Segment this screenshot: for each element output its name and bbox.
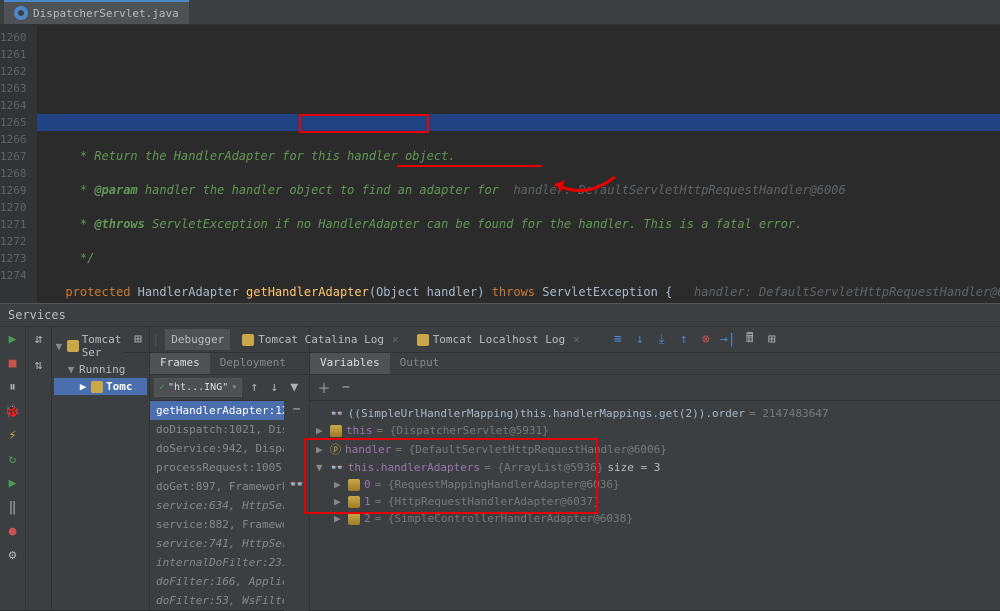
annotation-box-method [299, 114, 429, 133]
collapse-icon[interactable]: ⇅ [31, 357, 47, 373]
tree-running[interactable]: ▼Running [54, 361, 147, 378]
tomcat-icon [91, 381, 103, 393]
glasses-icon: 👓 [330, 407, 344, 420]
object-icon [330, 425, 342, 437]
minus-icon[interactable]: − [289, 401, 305, 417]
pause-program-icon[interactable]: ‖ [5, 499, 21, 515]
tab-localhost-log[interactable]: Tomcat Localhost Log× [411, 329, 586, 350]
tab-catalina-log[interactable]: Tomcat Catalina Log× [236, 329, 404, 350]
services-panel-title[interactable]: Services [0, 303, 1000, 327]
force-step-icon[interactable]: ⤓ [654, 332, 670, 348]
tomcat-icon [242, 334, 254, 346]
services-tree[interactable]: ▼Tomcat Ser ▼Running ▶Tomc [52, 327, 150, 610]
restart-icon[interactable]: ↻ [5, 451, 21, 467]
tab-variables[interactable]: Variables [310, 353, 390, 374]
view-breakpoints-icon[interactable]: ● [5, 523, 21, 539]
tab-frames[interactable]: Frames [150, 353, 210, 374]
thunder-icon[interactable]: ⚡ [5, 427, 21, 443]
tab-output[interactable]: Output [390, 353, 450, 374]
step-out-icon[interactable]: ↑ [676, 332, 692, 348]
code-area[interactable]: * Return the HandlerAdapter for this han… [37, 25, 1000, 303]
run-to-cursor-icon[interactable]: →| [720, 332, 736, 348]
annotation-box-vars [304, 438, 598, 514]
layout-icon[interactable]: ⊞ [764, 332, 780, 348]
filter-icon[interactable]: ▼ [286, 380, 302, 396]
thread-selector[interactable]: ✓"ht...ING"▾ [154, 378, 242, 397]
expand-icon[interactable]: ⇵ [31, 331, 47, 347]
line-gutter: 126012611262 126312641265 126612671268 1… [0, 25, 37, 303]
services-toolbar: ⇵ ⇅ [26, 327, 52, 610]
tree-instance[interactable]: ▶Tomc [54, 378, 147, 395]
var-this[interactable]: ▶this = {DispatcherServlet@5931} [316, 422, 994, 439]
step-over-icon[interactable]: ≡ [610, 332, 626, 348]
editor[interactable]: 126012611262 126312641265 126612671268 1… [0, 25, 1000, 303]
resume-icon[interactable]: ▶ [5, 475, 21, 491]
object-icon [348, 513, 360, 525]
rerun-icon[interactable]: ▶ [5, 331, 21, 347]
breakpoint-highlight [37, 114, 1000, 131]
add-watch-icon[interactable]: ＋ [316, 380, 332, 396]
stop-icon[interactable]: ■ [5, 355, 21, 371]
tab-dispatcherservlet[interactable]: DispatcherServlet.java [4, 0, 189, 24]
next-frame-icon[interactable]: ↓ [266, 380, 282, 396]
debug-icon[interactable]: 🐞 [5, 403, 21, 419]
run-toolbar: ▶ ■ ⏸ 🐞 ⚡ ↻ ▶ ‖ ● ⚙ [0, 327, 26, 610]
tab-label: DispatcherServlet.java [33, 7, 179, 20]
tab-debugger[interactable]: Debugger [165, 329, 230, 350]
grid-icon[interactable]: ⊞ [130, 332, 146, 348]
tomcat-icon [67, 340, 79, 352]
drop-frame-icon[interactable]: ⊗ [698, 332, 714, 348]
glasses-icon[interactable]: 👓 [289, 477, 304, 491]
remove-watch-icon[interactable]: − [338, 380, 354, 396]
settings-icon[interactable]: ⚙ [5, 547, 21, 563]
annotation-underline [397, 165, 542, 167]
prev-frame-icon[interactable]: ↑ [246, 380, 262, 396]
evaluate-icon[interactable]: 🖩 [742, 332, 758, 348]
editor-tab-bar: DispatcherServlet.java [0, 0, 1000, 25]
file-class-icon [14, 6, 28, 20]
tab-deployment[interactable]: Deployment [210, 353, 296, 374]
pause-icon[interactable]: ⏸ [5, 379, 21, 395]
tomcat-icon [417, 334, 429, 346]
var-watch[interactable]: 👓((SimpleUrlHandlerMapping)this.handlerM… [316, 405, 994, 422]
step-into-icon[interactable]: ↓ [632, 332, 648, 348]
